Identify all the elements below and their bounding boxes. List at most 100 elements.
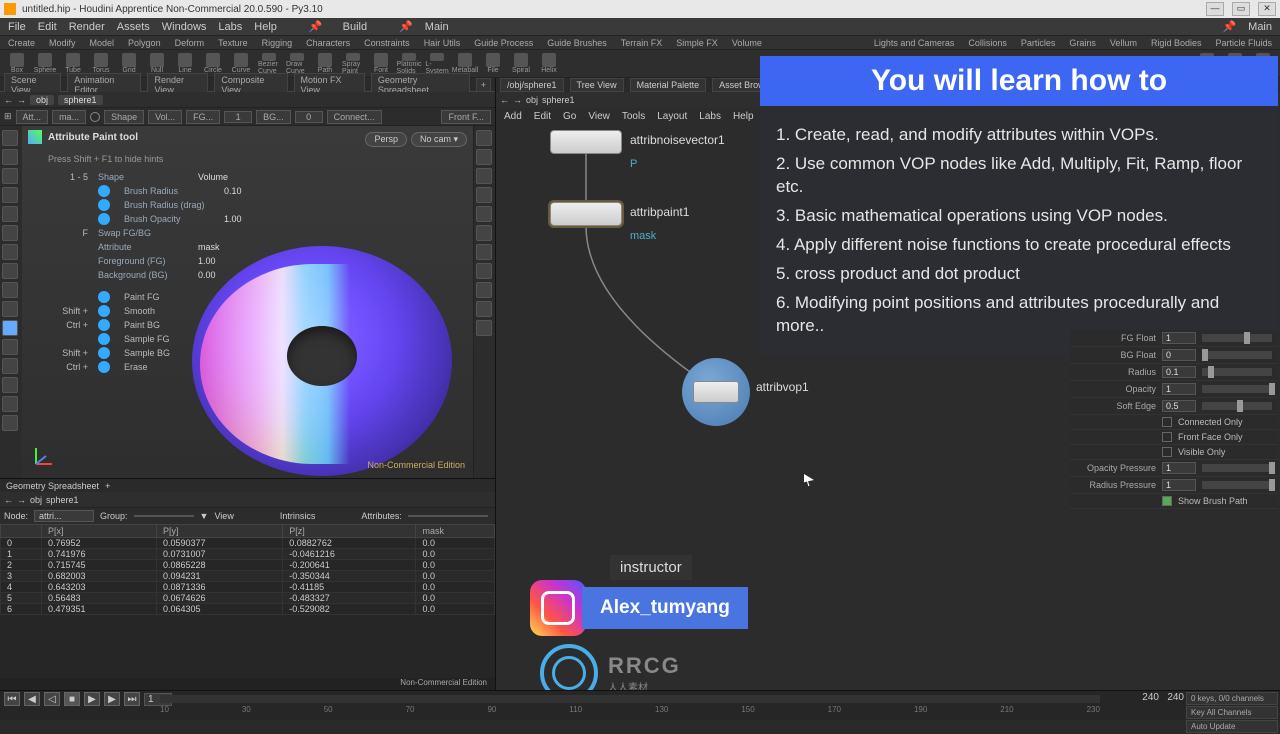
tool-grid[interactable]: Grid bbox=[118, 53, 140, 75]
color-swatch[interactable] bbox=[90, 112, 100, 122]
rotate-tool-icon[interactable] bbox=[2, 168, 18, 184]
nav-fwd-icon[interactable]: → bbox=[17, 95, 26, 105]
fgfloat-slider[interactable] bbox=[1202, 334, 1272, 342]
opacity-slider[interactable] bbox=[1202, 385, 1272, 393]
shelf-tab[interactable]: Collisions bbox=[968, 38, 1007, 48]
tab-geosheet2[interactable]: Geometry Spreadsheet bbox=[6, 481, 99, 491]
tool-icon[interactable] bbox=[2, 339, 18, 355]
nav-back-icon[interactable]: ← bbox=[4, 95, 13, 105]
tool-drawcurve[interactable]: Draw Curve bbox=[286, 53, 308, 75]
display-icon[interactable] bbox=[476, 263, 492, 279]
fg-dropdown[interactable]: FG... bbox=[186, 110, 220, 124]
fgfloat-input[interactable]: 1 bbox=[1162, 332, 1196, 344]
desktop-dropdown[interactable]: Build bbox=[343, 21, 367, 33]
end-frame-1[interactable]: 240 bbox=[1142, 692, 1159, 703]
opacity-input[interactable]: 1 bbox=[1162, 383, 1196, 395]
shelf-dropdown[interactable]: Main bbox=[425, 21, 449, 33]
nocam-dropdown[interactable]: No cam ▾ bbox=[411, 132, 467, 147]
softedge-slider[interactable] bbox=[1202, 402, 1272, 410]
tool-icon[interactable] bbox=[2, 282, 18, 298]
close-button[interactable]: ✕ bbox=[1258, 2, 1276, 16]
viewport[interactable]: Persp No cam ▾ Attribute Paint tool Pres… bbox=[0, 126, 495, 478]
tool-null[interactable]: Null bbox=[146, 53, 168, 75]
shelf-tab[interactable]: Texture bbox=[218, 38, 248, 48]
tool-spiral[interactable]: Spiral bbox=[510, 53, 532, 75]
tool-path[interactable]: Path bbox=[314, 53, 336, 75]
fg-value[interactable]: 1 bbox=[224, 111, 252, 123]
net-menu-layout[interactable]: Layout bbox=[657, 111, 687, 122]
shelf-tab[interactable]: Guide Process bbox=[474, 38, 533, 48]
net-menu-add[interactable]: Add bbox=[504, 111, 522, 122]
pin-icon-2[interactable]: 📌 bbox=[399, 20, 413, 33]
net-menu-go[interactable]: Go bbox=[563, 111, 576, 122]
tool-icon[interactable] bbox=[2, 358, 18, 374]
node-attribnoisevector[interactable]: attribnoisevector1 P bbox=[550, 130, 622, 154]
shelf-tab[interactable]: Terrain FX bbox=[621, 38, 663, 48]
tool-icon[interactable] bbox=[2, 415, 18, 431]
display-icon[interactable] bbox=[476, 301, 492, 317]
menu-labs[interactable]: Labs bbox=[218, 21, 242, 33]
nav-fwd-icon[interactable]: → bbox=[513, 95, 522, 105]
path-type[interactable]: obj bbox=[526, 95, 538, 105]
shelf-tab[interactable]: Volume bbox=[732, 38, 762, 48]
display-icon[interactable] bbox=[476, 187, 492, 203]
auto-update-dropdown[interactable]: Auto Update bbox=[1186, 720, 1278, 733]
scale-tool-icon[interactable] bbox=[2, 187, 18, 203]
menu-render[interactable]: Render bbox=[69, 21, 105, 33]
tool-file[interactable]: File bbox=[482, 53, 504, 75]
shelf-tab[interactable]: Constraints bbox=[364, 38, 410, 48]
shelf-tab[interactable]: Rigging bbox=[262, 38, 293, 48]
node-input[interactable]: attri... bbox=[34, 510, 94, 522]
net-menu-help[interactable]: Help bbox=[733, 111, 754, 122]
shelf-tab[interactable]: Polygon bbox=[128, 38, 161, 48]
tab-add[interactable]: + bbox=[476, 78, 491, 92]
shelf-tab[interactable]: Vellum bbox=[1110, 38, 1137, 48]
menu-file[interactable]: File bbox=[8, 21, 26, 33]
connect-dropdown[interactable]: Connect... bbox=[327, 110, 382, 124]
tool-tube[interactable]: Tube bbox=[62, 53, 84, 75]
bg-value[interactable]: 0 bbox=[295, 111, 323, 123]
menu-assets[interactable]: Assets bbox=[117, 21, 150, 33]
path-node[interactable]: sphere1 bbox=[542, 95, 575, 105]
first-frame-button[interactable]: ⏮ bbox=[4, 692, 20, 706]
net-menu-tools[interactable]: Tools bbox=[622, 111, 645, 122]
bgfloat-slider[interactable] bbox=[1202, 351, 1272, 359]
nav-fwd-icon[interactable]: → bbox=[17, 495, 26, 505]
nav-back-icon[interactable]: ← bbox=[4, 495, 13, 505]
shelf-tab[interactable]: Particles bbox=[1021, 38, 1056, 48]
showbrush-checkbox[interactable] bbox=[1162, 496, 1172, 506]
tool-torus[interactable]: Torus bbox=[90, 53, 112, 75]
group-input[interactable] bbox=[134, 515, 194, 517]
tool-icon[interactable] bbox=[2, 396, 18, 412]
path-node[interactable]: sphere1 bbox=[46, 495, 79, 505]
shelf-dropdown-r[interactable]: Main bbox=[1248, 21, 1272, 33]
shelf-tab[interactable]: Simple FX bbox=[676, 38, 718, 48]
display-icon[interactable] bbox=[476, 244, 492, 260]
node-attribpaint[interactable]: attribpaint1 mask bbox=[550, 202, 622, 226]
shape-dropdown[interactable]: Shape bbox=[104, 110, 144, 124]
tool-box[interactable]: Box bbox=[6, 53, 28, 75]
prev-frame-button[interactable]: ◀ bbox=[24, 692, 40, 706]
maximize-button[interactable]: ▭ bbox=[1232, 2, 1250, 16]
shelf-tab[interactable]: Create bbox=[8, 38, 35, 48]
minimize-button[interactable]: — bbox=[1206, 2, 1224, 16]
tool-lsystem[interactable]: L-System bbox=[426, 53, 448, 75]
tool-icon[interactable] bbox=[2, 244, 18, 260]
tool-icon[interactable] bbox=[2, 301, 18, 317]
tab-add2[interactable]: + bbox=[105, 481, 110, 491]
display-icon[interactable] bbox=[476, 149, 492, 165]
tool-icon[interactable] bbox=[2, 263, 18, 279]
rpress-slider[interactable] bbox=[1202, 481, 1272, 489]
tool-bezier[interactable]: Bezier Curve bbox=[258, 53, 280, 75]
tab-treeview[interactable]: Tree View bbox=[570, 78, 624, 92]
persp-dropdown[interactable]: Persp bbox=[365, 132, 407, 147]
nav-back-icon[interactable]: ← bbox=[500, 95, 509, 105]
tool-circle[interactable]: Circle bbox=[202, 53, 224, 75]
shelf-tab[interactable]: Guide Brushes bbox=[547, 38, 607, 48]
paint-tool-icon[interactable] bbox=[2, 320, 18, 336]
next-frame-button[interactable]: ▶ bbox=[104, 692, 120, 706]
tool-icon[interactable] bbox=[2, 377, 18, 393]
tab-matpalette[interactable]: Material Palette bbox=[630, 78, 707, 92]
attr-dropdown[interactable]: Att... bbox=[16, 110, 49, 124]
radius-slider[interactable] bbox=[1202, 368, 1272, 376]
